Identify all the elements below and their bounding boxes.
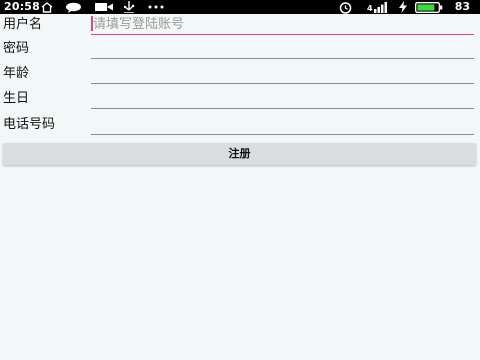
phone-row: 电话号码	[0, 114, 480, 136]
birthday-input[interactable]	[91, 88, 474, 109]
home-icon	[40, 0, 54, 14]
phone-label: 电话号码	[3, 117, 56, 132]
more-icon	[147, 0, 165, 14]
video-icon	[94, 0, 114, 14]
alarm-icon	[337, 0, 353, 14]
birthday-row: 生日	[0, 88, 480, 110]
username-input[interactable]	[91, 14, 474, 35]
charging-icon	[398, 0, 408, 14]
phone-input[interactable]	[91, 114, 474, 135]
username-label: 用户名	[3, 17, 43, 32]
battery-level: 83	[454, 0, 470, 13]
status-time: 20:58	[4, 0, 41, 13]
svg-text:4: 4	[367, 4, 373, 13]
password-label: 密码	[3, 41, 30, 56]
usb-icon	[121, 0, 137, 14]
register-button[interactable]: 注册	[3, 143, 476, 165]
text-cursor	[91, 16, 93, 31]
signal-icon: 4	[366, 0, 388, 14]
username-row: 用户名	[0, 14, 480, 36]
battery-icon	[414, 0, 444, 14]
password-input[interactable]	[91, 38, 474, 59]
age-label: 年龄	[3, 66, 30, 81]
message-icon	[64, 0, 82, 14]
birthday-label: 生日	[3, 91, 30, 106]
status-bar: 20:58 4 83	[0, 0, 480, 14]
password-row: 密码	[0, 38, 480, 60]
age-row: 年龄	[0, 63, 480, 85]
age-input[interactable]	[91, 63, 474, 84]
